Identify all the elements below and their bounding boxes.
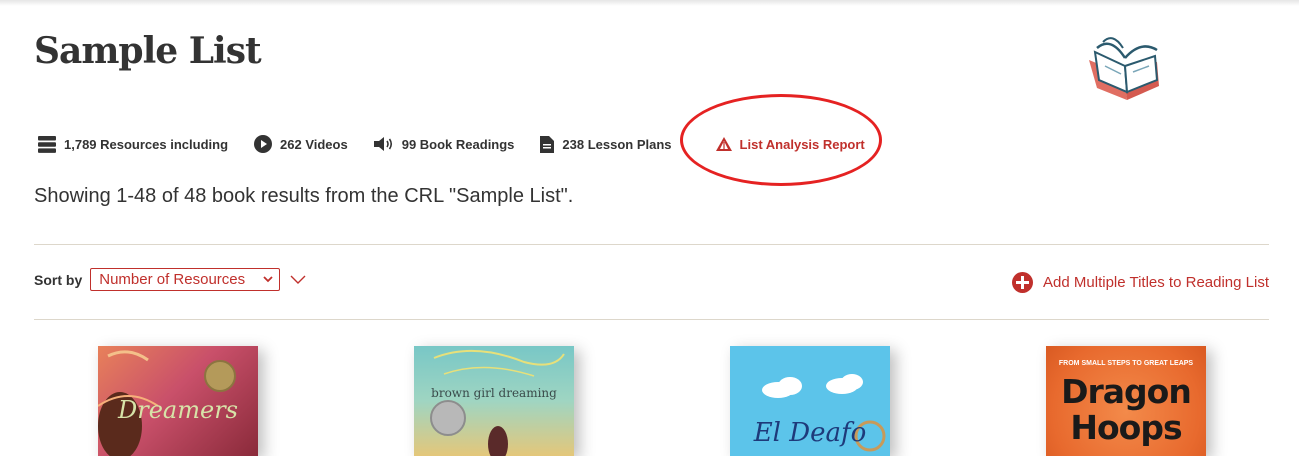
stat-resources-label: 1,789 Resources including bbox=[64, 136, 229, 152]
resource-stats: 1,789 Resources including 262 Videos 99 … bbox=[38, 132, 891, 156]
plus-circle-icon bbox=[1012, 272, 1034, 293]
select-arrow-icon bbox=[263, 276, 273, 283]
stat-book-readings-label: 99 Book Readings bbox=[401, 136, 515, 152]
stat-resources: 1,789 Resources including bbox=[38, 135, 229, 153]
page-title: Sample List bbox=[34, 30, 262, 72]
speaker-icon bbox=[373, 137, 392, 151]
list-analysis-report-label: List Analysis Report bbox=[739, 136, 865, 152]
add-multiple-titles-button[interactable]: Add Multiple Titles to Reading List bbox=[1012, 272, 1269, 293]
add-multiple-label: Add Multiple Titles to Reading List bbox=[1043, 274, 1269, 291]
stat-book-readings: 99 Book Readings bbox=[373, 136, 515, 152]
sort-select[interactable]: Number of Resources bbox=[90, 268, 281, 291]
stack-icon bbox=[38, 135, 56, 153]
book-kicker: FROM SMALL STEPS TO GREAT LEAPS bbox=[1058, 360, 1194, 367]
book-cover-dragon-hoops[interactable]: FROM SMALL STEPS TO GREAT LEAPS Dragon H… bbox=[1046, 346, 1206, 456]
divider-bottom bbox=[34, 319, 1269, 320]
stat-videos-label: 262 Videos bbox=[280, 136, 348, 152]
book-title: Dragon Hoops bbox=[1061, 372, 1192, 447]
report-icon bbox=[715, 137, 732, 151]
list-analysis-report-link[interactable]: List Analysis Report bbox=[715, 136, 865, 152]
header-shadow bbox=[0, 0, 1299, 6]
stat-videos: 262 Videos bbox=[254, 135, 348, 153]
divider-top bbox=[34, 244, 1269, 245]
stat-lesson-plans-label: 238 Lesson Plans bbox=[562, 136, 672, 152]
document-icon bbox=[540, 135, 555, 153]
play-icon bbox=[254, 135, 273, 153]
sort-controls: Sort by Number of Resources bbox=[34, 268, 306, 291]
results-summary: Showing 1-48 of 48 book results from the… bbox=[34, 185, 574, 207]
book-title: Dreamers bbox=[118, 396, 238, 424]
book-cover-dreamers[interactable]: Dreamers bbox=[98, 346, 258, 456]
book-title: El Deafo bbox=[753, 418, 867, 448]
stat-lesson-plans: 238 Lesson Plans bbox=[540, 135, 672, 153]
sort-label: Sort by bbox=[34, 271, 83, 288]
book-cover-el-deafo[interactable]: El Deafo bbox=[730, 346, 890, 456]
book-cover-brown-girl-dreaming[interactable]: brown girl dreaming bbox=[414, 346, 574, 456]
sort-selected-value: Number of Resources bbox=[99, 271, 246, 288]
open-book-logo bbox=[1083, 30, 1175, 102]
chevron-down-icon[interactable] bbox=[290, 275, 306, 285]
book-title: brown girl dreaming bbox=[431, 386, 557, 400]
